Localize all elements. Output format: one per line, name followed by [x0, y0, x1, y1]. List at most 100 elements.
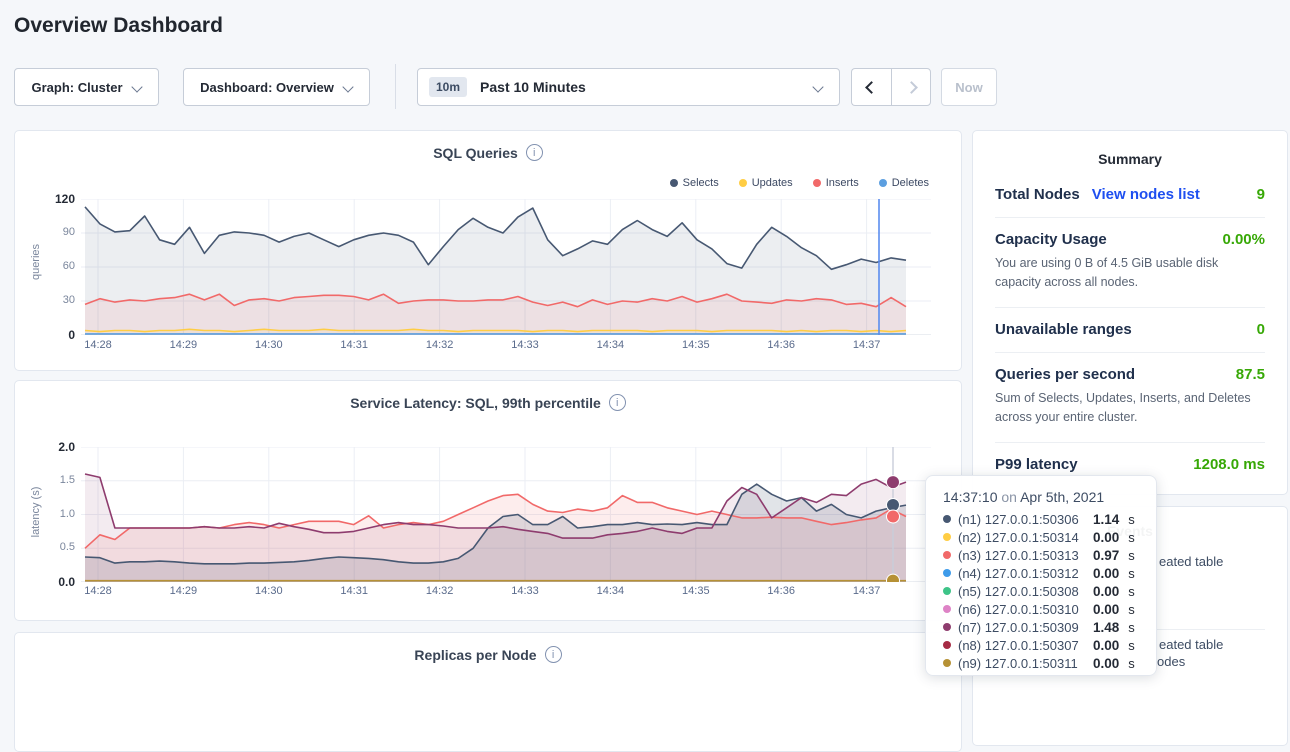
x-tick-label: 14:28: [76, 339, 120, 351]
x-tick-label: 14:35: [674, 585, 718, 597]
view-nodes-list-link[interactable]: View nodes list: [1092, 186, 1200, 203]
summary-row-total-nodes: Total Nodes View nodes list 9: [995, 173, 1265, 218]
dashboard-dropdown[interactable]: Dashboard: Overview: [183, 68, 370, 106]
tooltip-row: (n2) 127.0.0.1:50314 0.00 s: [943, 528, 1156, 546]
y-tick-label: 0.0: [29, 575, 75, 589]
x-tick-label: 14:33: [503, 585, 547, 597]
legend-label: Selects: [683, 177, 719, 189]
tooltip-node-value: 0.00: [1093, 638, 1119, 653]
x-tick-label: 14:29: [161, 339, 205, 351]
tooltip-node-value: 1.14: [1093, 512, 1119, 527]
capacity-usage-desc: You are using 0 B of 4.5 GiB usable disk…: [995, 254, 1265, 293]
x-tick-label: 14:35: [674, 339, 718, 351]
capacity-usage-value: 0.00%: [1222, 231, 1265, 248]
tooltip-node-unit: s: [1128, 638, 1135, 653]
y-tick-label: 0: [29, 328, 75, 342]
legend-dot-icon: [670, 179, 678, 187]
sql-x-axis: 14:2814:2914:3014:3114:3214:3314:3414:35…: [81, 339, 931, 355]
legend-label: Updates: [752, 177, 793, 189]
tooltip-node-label: (n1) 127.0.0.1:50306: [958, 512, 1086, 527]
graph-dropdown-label: Graph: Cluster: [31, 80, 122, 95]
node-dot-icon: [943, 587, 951, 595]
tooltip-node-unit: s: [1128, 548, 1135, 563]
graph-dropdown[interactable]: Graph: Cluster: [14, 68, 159, 106]
tooltip-node-value: 0.97: [1093, 548, 1119, 563]
replicas-per-node-title: Replicas per Node: [414, 647, 536, 663]
service-latency-chart[interactable]: [81, 447, 931, 582]
node-dot-icon: [943, 641, 951, 649]
qps-label: Queries per second: [995, 366, 1135, 383]
x-tick-label: 14:30: [247, 585, 291, 597]
page-title: Overview Dashboard: [14, 14, 223, 38]
time-prev-button[interactable]: [851, 68, 891, 106]
legend-dot-icon: [739, 179, 747, 187]
legend-item[interactable]: Deletes: [879, 177, 929, 189]
legend-label: Inserts: [826, 177, 859, 189]
x-tick-label: 14:29: [161, 585, 205, 597]
sql-legend: Selects Updates Inserts Deletes: [670, 177, 929, 189]
time-range-badge: 10m: [429, 77, 467, 97]
now-button[interactable]: Now: [941, 68, 997, 106]
dashboard-dropdown-label: Dashboard: Overview: [200, 80, 334, 95]
unavailable-ranges-value: 0: [1257, 321, 1265, 338]
info-icon[interactable]: i: [526, 144, 543, 161]
chevron-down-icon: [813, 82, 823, 92]
info-icon[interactable]: i: [545, 646, 562, 663]
tooltip-node-label: (n5) 127.0.0.1:50308: [958, 584, 1086, 599]
unavailable-ranges-label: Unavailable ranges: [995, 321, 1132, 338]
total-nodes-label: Total Nodes: [995, 186, 1080, 203]
tooltip-node-label: (n9) 127.0.0.1:50311: [958, 656, 1086, 671]
replicas-per-node-panel: Replicas per Node i: [14, 632, 962, 752]
chevron-down-icon: [132, 82, 142, 92]
node-dot-icon: [943, 533, 951, 541]
event-item-text: odes: [1157, 654, 1185, 669]
tooltip-node-unit: s: [1128, 512, 1135, 527]
summary-title: Summary: [973, 131, 1287, 173]
tooltip-node-label: (n7) 127.0.0.1:50309: [958, 620, 1086, 635]
tooltip-node-value: 0.00: [1093, 566, 1119, 581]
x-tick-label: 14:36: [759, 585, 803, 597]
qps-desc: Sum of Selects, Updates, Inserts, and De…: [995, 389, 1265, 428]
p99-latency-label: P99 latency: [995, 456, 1078, 473]
tooltip-node-unit: s: [1128, 602, 1135, 617]
summary-row-capacity: Capacity Usage 0.00% You are using 0 B o…: [995, 218, 1265, 308]
node-dot-icon: [943, 623, 951, 631]
chart-hover-tooltip: 14:37:10 on Apr 5th, 2021 (n1) 127.0.0.1…: [925, 475, 1157, 676]
summary-row-qps: Queries per second 87.5 Sum of Selects, …: [995, 353, 1265, 443]
tooltip-node-value: 0.00: [1093, 584, 1119, 599]
legend-item[interactable]: Selects: [670, 177, 719, 189]
qps-value: 87.5: [1236, 366, 1265, 383]
tooltip-row: (n1) 127.0.0.1:50306 1.14 s: [943, 510, 1156, 528]
event-item-text: eated table: [1159, 637, 1223, 652]
event-item-text: eated table: [1159, 554, 1223, 569]
tooltip-timestamp: 14:37:10 on Apr 5th, 2021: [943, 489, 1156, 505]
x-tick-label: 14:37: [845, 339, 889, 351]
tooltip-node-label: (n8) 127.0.0.1:50307: [958, 638, 1086, 653]
tooltip-node-label: (n6) 127.0.0.1:50310: [958, 602, 1086, 617]
x-tick-label: 14:34: [588, 339, 632, 351]
tooltip-node-unit: s: [1128, 530, 1135, 545]
service-latency-title: Service Latency: SQL, 99th percentile: [350, 395, 601, 411]
x-tick-label: 14:28: [76, 585, 120, 597]
y-tick-label: 2.0: [29, 440, 75, 454]
time-next-button[interactable]: [891, 68, 931, 106]
summary-row-unavailable-ranges: Unavailable ranges 0: [995, 308, 1265, 353]
tooltip-node-value: 0.00: [1093, 530, 1119, 545]
tooltip-node-unit: s: [1128, 620, 1135, 635]
x-tick-label: 14:33: [503, 339, 547, 351]
x-tick-label: 14:31: [332, 339, 376, 351]
time-range-dropdown[interactable]: 10m Past 10 Minutes: [417, 68, 840, 106]
x-tick-label: 14:34: [588, 585, 632, 597]
info-icon[interactable]: i: [609, 394, 626, 411]
tooltip-row: (n8) 127.0.0.1:50307 0.00 s: [943, 636, 1156, 654]
summary-panel: Summary Total Nodes View nodes list 9 Ca…: [972, 130, 1288, 495]
legend-item[interactable]: Inserts: [813, 177, 859, 189]
tooltip-row: (n4) 127.0.0.1:503120.00s: [943, 564, 1156, 582]
tooltip-node-label: (n2) 127.0.0.1:50314: [958, 530, 1086, 545]
sql-queries-chart[interactable]: [81, 199, 931, 335]
tooltip-row: (n6) 127.0.0.1:503100.00s: [943, 600, 1156, 618]
y-tick-label: 120: [29, 192, 75, 206]
x-tick-label: 14:30: [247, 339, 291, 351]
x-tick-label: 14:31: [332, 585, 376, 597]
legend-item[interactable]: Updates: [739, 177, 793, 189]
